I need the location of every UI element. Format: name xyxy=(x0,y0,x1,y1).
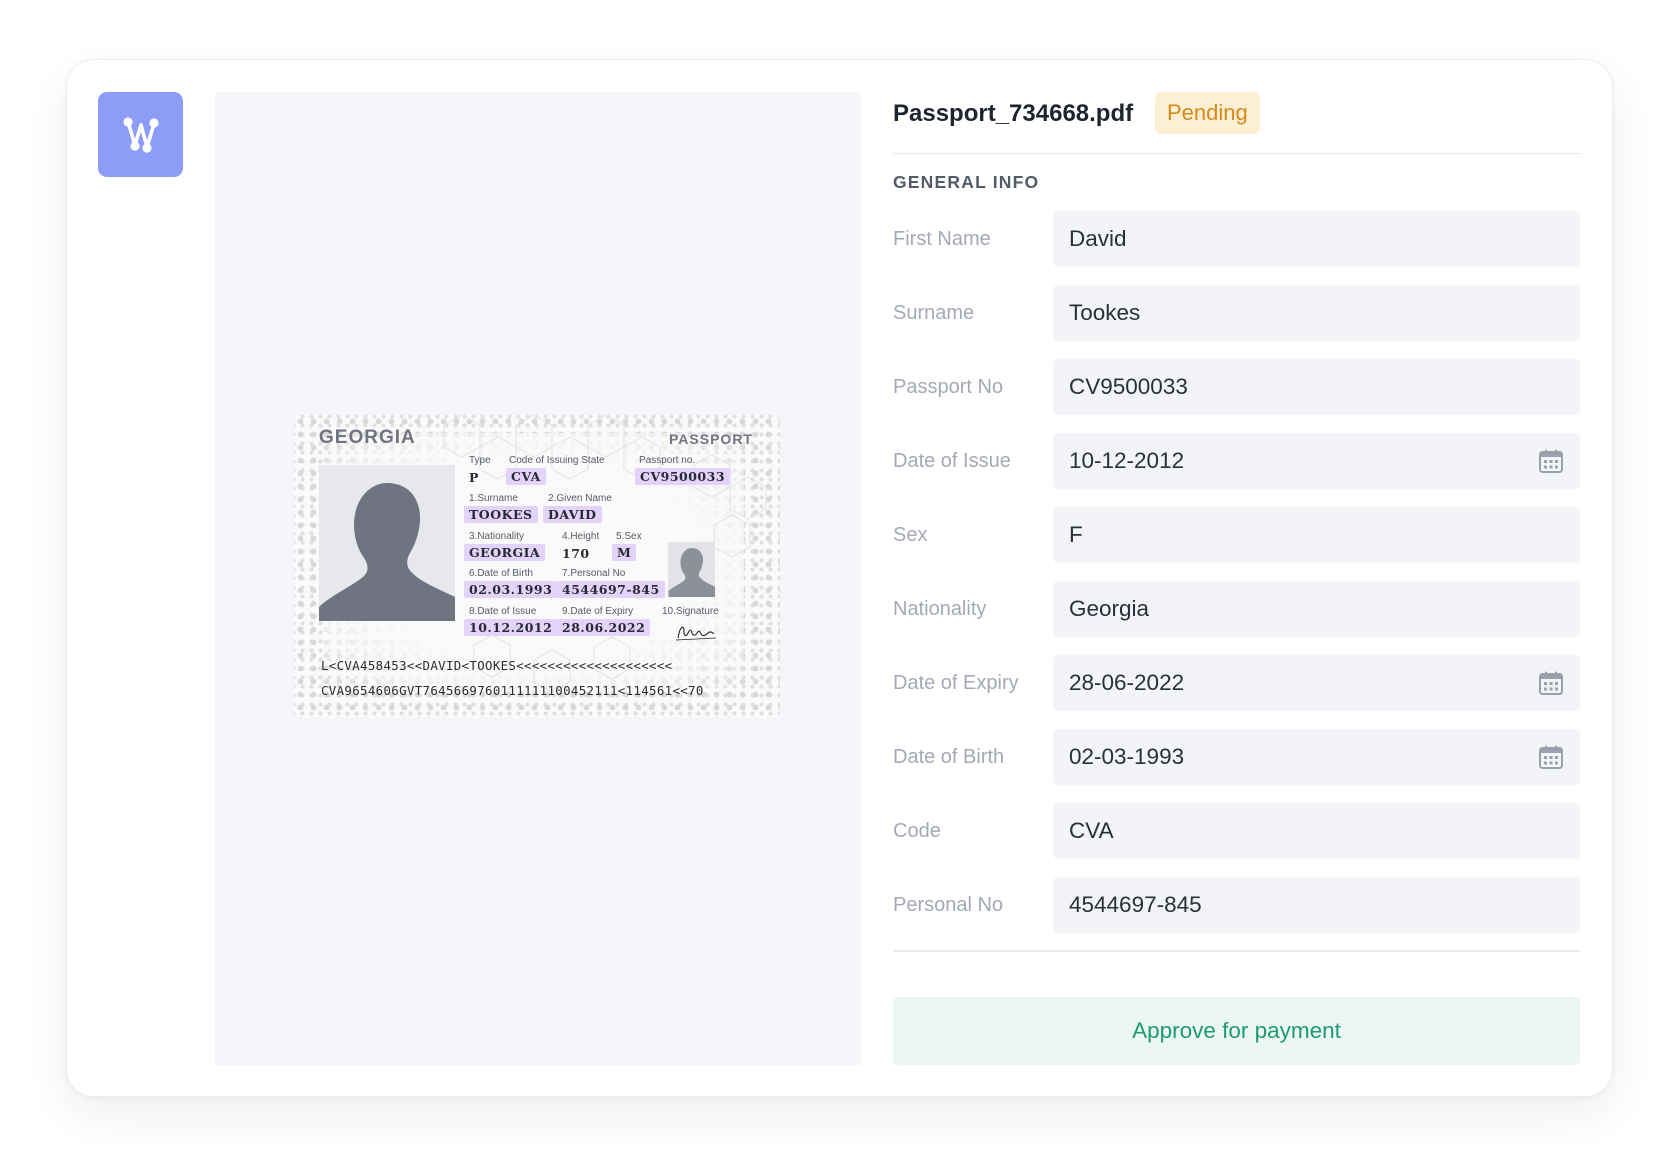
date-of-expiry-input[interactable] xyxy=(1053,655,1580,711)
signature-scribble xyxy=(675,626,717,641)
passport-nationality-value: GEORGIA xyxy=(464,544,546,561)
code-input[interactable] xyxy=(1053,803,1580,859)
passport-expiry-value: 28.06.2022 xyxy=(557,619,651,636)
date-of-birth-label: Date of Birth xyxy=(893,746,1005,768)
passport-given-label: 2.Given Name xyxy=(548,493,612,504)
field-row-first-name: First Name xyxy=(893,211,1580,267)
passport-photo xyxy=(319,465,455,621)
field-row-passport-no: Passport No xyxy=(893,359,1580,415)
passport-sex-value: M xyxy=(612,544,637,561)
calendar-icon[interactable] xyxy=(1538,744,1564,770)
first-name-label: First Name xyxy=(893,228,991,250)
passport-image: GEORGIA PASSPORT Type P Code of Issuing … xyxy=(294,415,780,718)
document-header: Passport_734668.pdf Pending xyxy=(893,92,1580,154)
graph-nodes-icon xyxy=(122,116,159,153)
passport-nationality-label: 3.Nationality xyxy=(469,531,525,542)
calendar-icon[interactable] xyxy=(1538,670,1564,696)
field-row-date-of-expiry: Date of Expiry xyxy=(893,655,1580,711)
approve-for-payment-button[interactable]: Approve for payment xyxy=(893,997,1580,1065)
nationality-input[interactable] xyxy=(1053,581,1580,637)
nationality-label: Nationality xyxy=(893,598,987,620)
passport-mrz-line-2: CVA9654606GVT7645669760111111100452111<1… xyxy=(321,683,704,698)
passport-code-label: Code of Issuing State xyxy=(509,455,605,466)
passport-expiry-label: 9.Date of Expiry xyxy=(562,606,634,617)
code-label: Code xyxy=(893,820,941,842)
personal-no-label: Personal No xyxy=(893,894,1004,916)
person-silhouette-icon xyxy=(319,483,455,621)
passport-ghost-photo xyxy=(668,542,715,597)
passport-country: GEORGIA xyxy=(319,427,416,448)
section-title-general-info: GENERAL INFO xyxy=(893,172,1040,192)
passport-mrz-line-1: L<CVA458453<<DAVID<TOOKES<<<<<<<<<<<<<<<… xyxy=(321,658,673,673)
date-of-birth-input[interactable] xyxy=(1053,729,1580,785)
field-row-sex: Sex xyxy=(893,507,1580,563)
passport-surname-label: 1.Surname xyxy=(469,493,518,504)
date-of-issue-label: Date of Issue xyxy=(893,450,1011,472)
passport-number-label: Passport no. xyxy=(639,455,696,466)
passport-no-label: Passport No xyxy=(893,376,1004,398)
document-filename: Passport_734668.pdf xyxy=(893,100,1134,127)
field-row-surname: Surname xyxy=(893,285,1580,341)
passport-type-label: Type xyxy=(469,455,491,466)
surname-label: Surname xyxy=(893,302,975,324)
sex-input[interactable] xyxy=(1053,507,1580,563)
status-badge: Pending xyxy=(1155,92,1260,134)
field-row-date-of-birth: Date of Birth xyxy=(893,729,1580,785)
passport-issue-label: 8.Date of Issue xyxy=(469,606,537,617)
passport-surname-value: TOOKES xyxy=(464,506,538,523)
passport-personal-value: 4544697-845 xyxy=(557,581,665,598)
divider xyxy=(893,950,1580,952)
passport-code-value: CVA xyxy=(506,468,546,485)
passport-number-value: CV9500033 xyxy=(635,468,731,485)
passport-doc-type: PASSPORT xyxy=(669,431,753,447)
passport-issue-value: 10.12.2012 xyxy=(464,619,558,636)
app-logo[interactable] xyxy=(98,92,183,177)
date-of-expiry-label: Date of Expiry xyxy=(893,672,1019,694)
passport-given-value: DAVID xyxy=(543,506,602,523)
passport-height-value: 170 xyxy=(562,546,590,561)
field-row-code: Code xyxy=(893,803,1580,859)
passport-height-label: 4.Height xyxy=(562,531,600,542)
field-row-nationality: Nationality xyxy=(893,581,1580,637)
passport-no-input[interactable] xyxy=(1053,359,1580,415)
calendar-icon[interactable] xyxy=(1538,448,1564,474)
passport-sex-label: 5.Sex xyxy=(616,531,642,542)
first-name-input[interactable] xyxy=(1053,211,1580,267)
passport-signature-label: 10.Signature xyxy=(662,606,719,617)
surname-input[interactable] xyxy=(1053,285,1580,341)
sex-label: Sex xyxy=(893,524,928,546)
passport-personal-label: 7.Personal No xyxy=(562,568,626,579)
passport-dob-label: 6.Date of Birth xyxy=(469,568,533,579)
field-row-date-of-issue: Date of Issue xyxy=(893,433,1580,489)
person-silhouette-small-icon xyxy=(668,548,715,597)
personal-no-input[interactable] xyxy=(1053,877,1580,933)
passport-dob-value: 02.03.1993 xyxy=(464,581,558,598)
field-row-personal-no: Personal No xyxy=(893,877,1580,933)
passport-type-value: P xyxy=(469,470,479,485)
date-of-issue-input[interactable] xyxy=(1053,433,1580,489)
